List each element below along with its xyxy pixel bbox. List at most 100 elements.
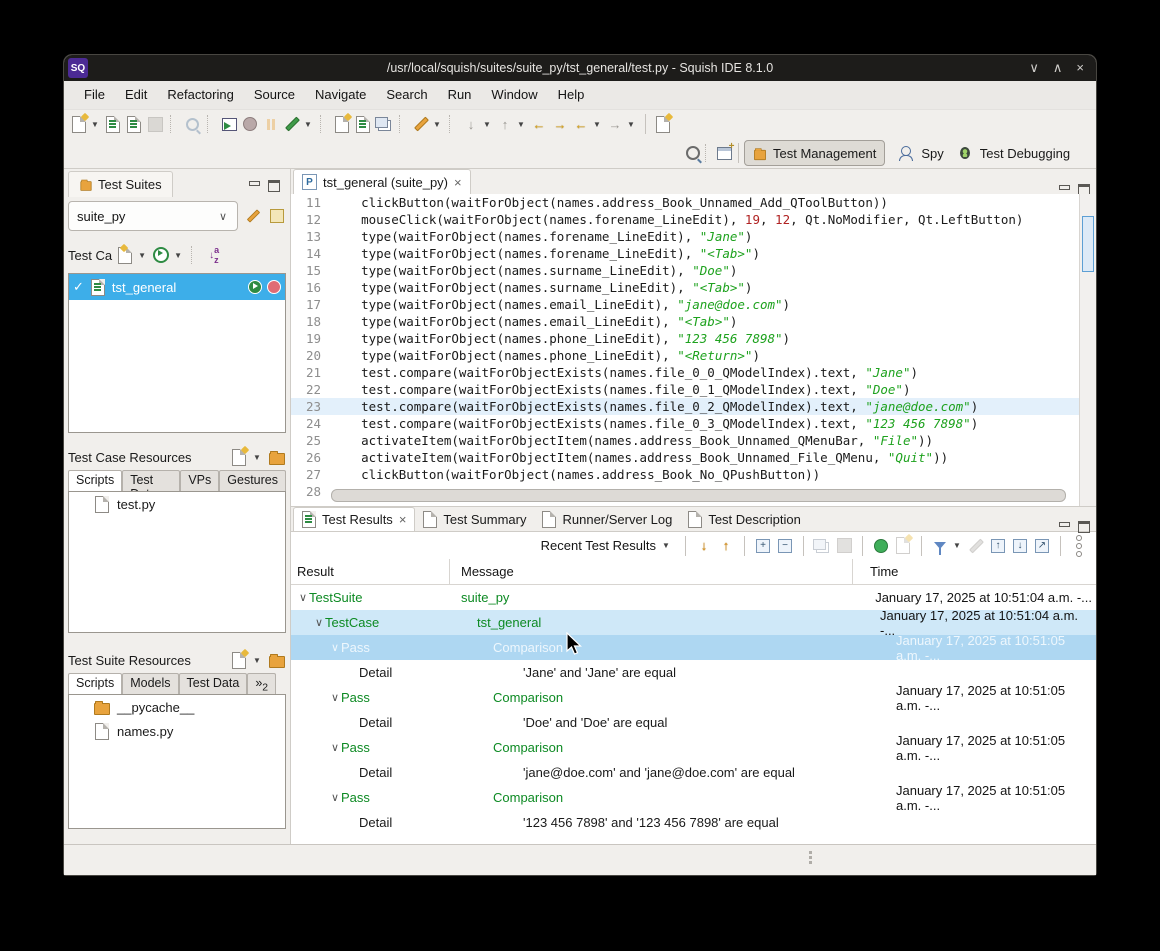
open-perspective-icon[interactable] (715, 144, 733, 162)
new-resource-dropdown[interactable]: ▼ (253, 453, 263, 462)
close-window-button[interactable]: × (1076, 60, 1084, 76)
suite-selector[interactable]: suite_py ∨ (68, 201, 238, 231)
new-test-case-dropdown[interactable]: ▼ (138, 251, 148, 260)
column-result[interactable]: Result (291, 564, 455, 579)
chevron-down-icon[interactable]: ∨ (329, 641, 341, 654)
code-line-23[interactable]: 23 test.compare(waitForObjectExists(name… (291, 398, 1080, 415)
code-line-13[interactable]: 13 type(waitForObject(names.forename_Lin… (291, 228, 1080, 245)
file-row[interactable]: test.py (69, 492, 285, 516)
resize-grip-icon[interactable] (809, 851, 812, 864)
code-line-14[interactable]: 14 type(waitForObject(names.forename_Lin… (291, 245, 1080, 262)
editor-horizontal-scrollbar[interactable] (331, 489, 1066, 502)
expand-all-icon[interactable]: + (754, 537, 772, 555)
minimize-view-icon[interactable] (248, 179, 260, 190)
result-row[interactable]: Detail'Jane' and 'Jane' are equal (291, 660, 1096, 685)
editor-tab-tst-general[interactable]: P tst_general (suite_py) × (293, 169, 471, 194)
bottom-tab-test-summary[interactable]: Test Summary (415, 508, 534, 531)
next-result-icon[interactable]: ↓ (695, 537, 713, 555)
result-row[interactable]: Detail'jane@doe.com' and 'jane@doe.com' … (291, 760, 1096, 785)
menu-edit[interactable]: Edit (115, 81, 157, 109)
report-icon[interactable] (894, 537, 912, 555)
run-dropdown[interactable]: ▼ (174, 251, 184, 260)
suite-settings-icon[interactable] (244, 207, 262, 225)
result-row[interactable]: Detail'123 456 7898' and '123 456 7898' … (291, 810, 1096, 835)
chevron-down-icon[interactable]: ∨ (297, 591, 309, 604)
new-folder-icon[interactable] (268, 448, 286, 466)
video-icon[interactable] (835, 537, 853, 555)
result-row[interactable]: Detail'Doe' and 'Doe' are equal (291, 710, 1096, 735)
new-view-icon[interactable] (654, 115, 672, 133)
run-test-case-icon[interactable] (248, 280, 262, 294)
bottom-tab-test-results[interactable]: Test Results× (293, 507, 415, 531)
menu-run[interactable]: Run (438, 81, 482, 109)
test-case-row[interactable]: ✓tst_general (69, 274, 285, 300)
maximize-panel-icon[interactable] (1078, 520, 1090, 531)
object-picker-icon[interactable] (183, 115, 201, 133)
checkmark-icon[interactable]: ✓ (73, 279, 84, 295)
code-line-26[interactable]: 26 activateItem(waitForObjectItem(names.… (291, 449, 1080, 466)
code-editor[interactable]: 11 clickButton(waitForObject(names.addre… (291, 194, 1080, 506)
result-row[interactable]: ∨TestSuitesuite_pyJanuary 17, 2025 at 10… (291, 585, 1096, 610)
close-tab-icon[interactable]: × (399, 512, 407, 527)
menu-search[interactable]: Search (376, 81, 437, 109)
code-line-19[interactable]: 19 type(waitForObject(names.phone_LineEd… (291, 330, 1080, 347)
next-annotation-icon[interactable]: ↓ (462, 115, 480, 133)
scrollbar-thumb[interactable] (1082, 216, 1094, 272)
code-line-20[interactable]: 20 type(waitForObject(names.phone_LineEd… (291, 347, 1080, 364)
pause-icon[interactable] (262, 115, 280, 133)
tab-test-data[interactable]: Test Data (179, 673, 248, 696)
launch-aut-icon[interactable] (220, 115, 238, 133)
record-test-case-icon[interactable] (267, 280, 281, 294)
new-folder-icon[interactable] (268, 651, 286, 669)
perspective-test-management[interactable]: Test Management (744, 140, 885, 166)
maximize-editor-icon[interactable] (1078, 183, 1090, 194)
code-line-25[interactable]: 25 activateItem(waitForObjectItem(names.… (291, 432, 1080, 449)
code-line-21[interactable]: 21 test.compare(waitForObjectExists(name… (291, 364, 1080, 381)
back-dropdown[interactable]: ▼ (593, 120, 603, 129)
view-tab-test-suites[interactable]: Test Suites (68, 171, 173, 197)
folder-row[interactable]: __pycache__ (69, 695, 285, 719)
prev-result-icon[interactable]: ↑ (717, 537, 735, 555)
clone-window-icon[interactable] (375, 115, 393, 133)
suite-config-icon[interactable] (268, 207, 286, 225)
import-results-icon[interactable]: ↑ (989, 537, 1007, 555)
menu-file[interactable]: File (74, 81, 115, 109)
bottom-tab-runner-server-log[interactable]: Runner/Server Log (534, 508, 680, 531)
prev-dropdown[interactable]: ▼ (517, 120, 527, 129)
forward-dropdown[interactable]: ▼ (627, 120, 637, 129)
result-row[interactable]: ∨PassComparisonJanuary 17, 2025 at 10:51… (291, 635, 1096, 660)
code-line-22[interactable]: 22 test.compare(waitForObjectExists(name… (291, 381, 1080, 398)
bottom-tab-test-description[interactable]: Test Description (680, 508, 808, 531)
new-resource-icon[interactable] (230, 448, 248, 466)
open-external-icon[interactable]: ↗ (1033, 537, 1051, 555)
filter-dropdown[interactable]: ▼ (953, 541, 963, 550)
new-resource-dropdown[interactable]: ▼ (253, 656, 263, 665)
sort-az-icon[interactable]: ↓az (205, 246, 223, 264)
code-line-12[interactable]: 12 mouseClick(waitForObject(names.forena… (291, 211, 1080, 228)
paste-test-case-icon[interactable] (125, 115, 143, 133)
result-row[interactable]: ∨TestCasetst_generalJanuary 17, 2025 at … (291, 610, 1096, 635)
web-doc-icon[interactable] (354, 115, 372, 133)
maximize-view-icon[interactable] (268, 179, 280, 190)
forward-gray-icon[interactable]: → (606, 115, 624, 133)
quickfix-dropdown[interactable]: ▼ (433, 120, 443, 129)
search-icon[interactable] (684, 144, 702, 162)
screenshot-icon[interactable] (813, 537, 831, 555)
code-line-18[interactable]: 18 type(waitForObject(names.email_LineEd… (291, 313, 1080, 330)
export-results-icon[interactable]: ↓ (1011, 537, 1029, 555)
new-script-icon[interactable] (333, 115, 351, 133)
column-time[interactable]: Time (864, 564, 898, 579)
code-line-15[interactable]: 15 type(waitForObject(names.surname_Line… (291, 262, 1080, 279)
next-dropdown[interactable]: ▼ (483, 120, 493, 129)
record-icon[interactable] (241, 115, 259, 133)
prev-annotation-icon[interactable]: ↑ (496, 115, 514, 133)
copy-test-case-icon[interactable] (104, 115, 122, 133)
code-line-27[interactable]: 27 clickButton(waitForObject(names.addre… (291, 466, 1080, 483)
tab-models[interactable]: Models (122, 673, 178, 696)
menu-navigate[interactable]: Navigate (305, 81, 376, 109)
minimize-editor-icon[interactable] (1058, 183, 1070, 194)
code-line-17[interactable]: 17 type(waitForObject(names.email_LineEd… (291, 296, 1080, 313)
verify-icon[interactable] (872, 537, 890, 555)
new-resource-icon[interactable] (230, 651, 248, 669)
code-line-11[interactable]: 11 clickButton(waitForObject(names.addre… (291, 194, 1080, 211)
